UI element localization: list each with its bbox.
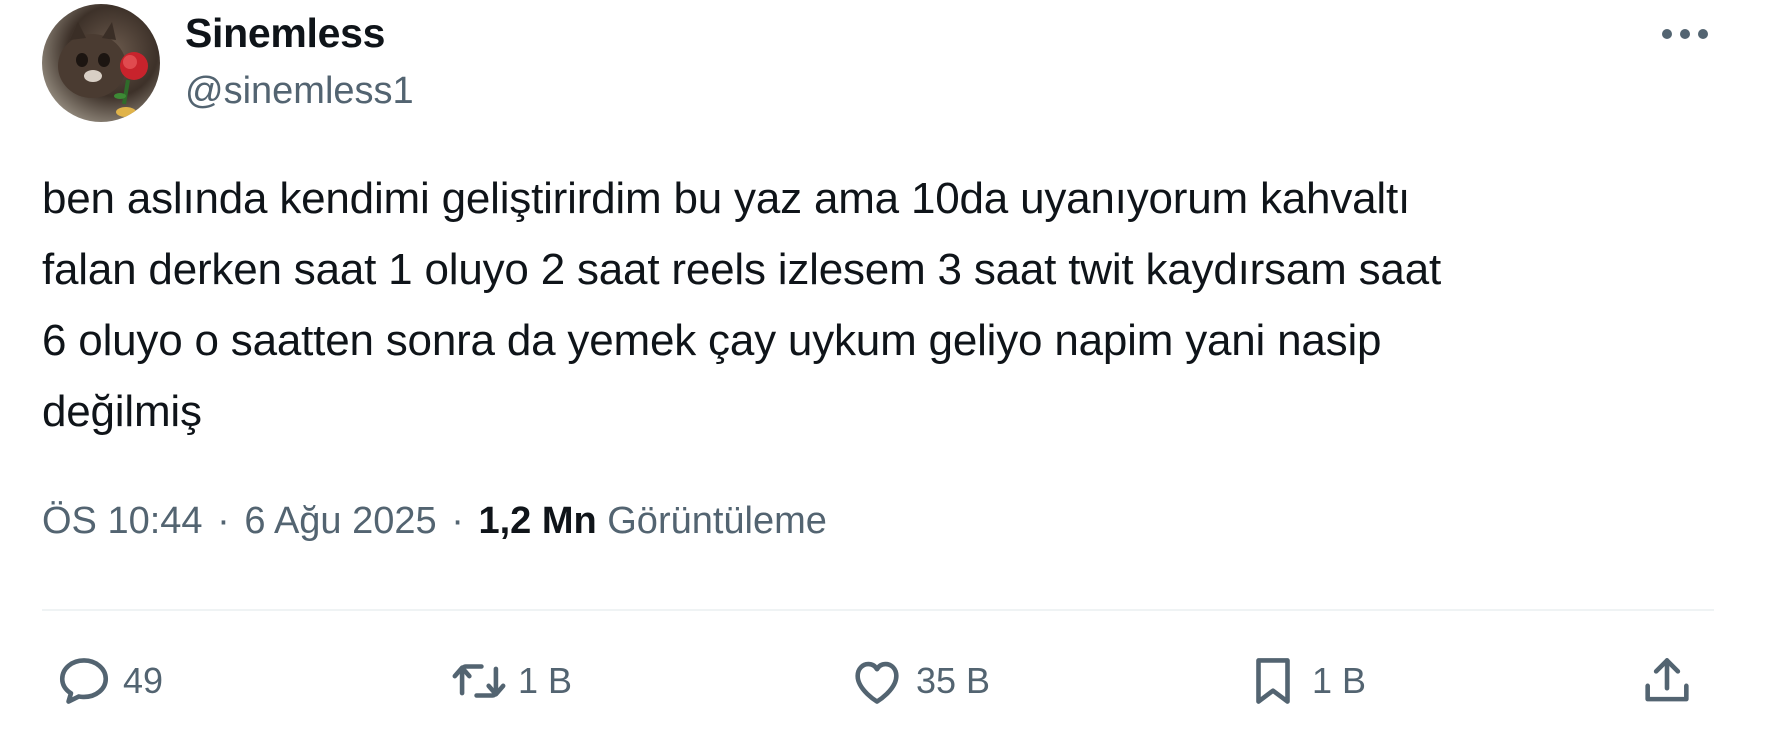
- tweet: Sinemless @sinemless1 ben aslında kendim…: [0, 0, 1766, 742]
- display-name[interactable]: Sinemless: [185, 10, 385, 57]
- reply-button[interactable]: 49: [55, 645, 163, 717]
- views-label: Görüntüleme: [607, 500, 827, 542]
- bookmark-icon: [1256, 658, 1290, 704]
- like-button[interactable]: 35 B: [848, 645, 990, 717]
- user-handle[interactable]: @sinemless1: [185, 70, 414, 113]
- meta-separator: ·: [217, 500, 230, 542]
- heart-icon: [855, 661, 899, 704]
- retweet-icon: [452, 664, 506, 698]
- share-button[interactable]: [1638, 645, 1696, 717]
- divider: [42, 609, 1714, 611]
- reply-icon: [59, 658, 109, 704]
- tweet-text: ben aslında kendimi geliştirirdim bu yaz…: [42, 174, 1441, 436]
- tweet-time[interactable]: ÖS 10:44: [42, 500, 203, 542]
- bookmark-count: 1 B: [1312, 660, 1367, 701]
- tweet-date[interactable]: 6 Ağu 2025: [244, 500, 436, 542]
- tweet-meta: ÖS 10:44 · 6 Ağu 2025 · 1,2 Mn Görüntüle…: [42, 500, 827, 543]
- retweet-button[interactable]: 1 B: [450, 645, 572, 717]
- more-dots-icon: [1662, 29, 1708, 39]
- avatar[interactable]: [42, 4, 160, 122]
- bookmark-button[interactable]: 1 B: [1244, 645, 1366, 717]
- meta-separator: ·: [451, 500, 464, 542]
- share-icon: [1645, 658, 1689, 702]
- like-count: 35 B: [916, 660, 991, 701]
- retweet-count: 1 B: [518, 660, 573, 701]
- views-count[interactable]: 1,2 Mn: [478, 500, 596, 542]
- more-options-button[interactable]: [1650, 12, 1720, 56]
- avatar-image: [58, 22, 148, 117]
- reply-count: 49: [123, 660, 164, 701]
